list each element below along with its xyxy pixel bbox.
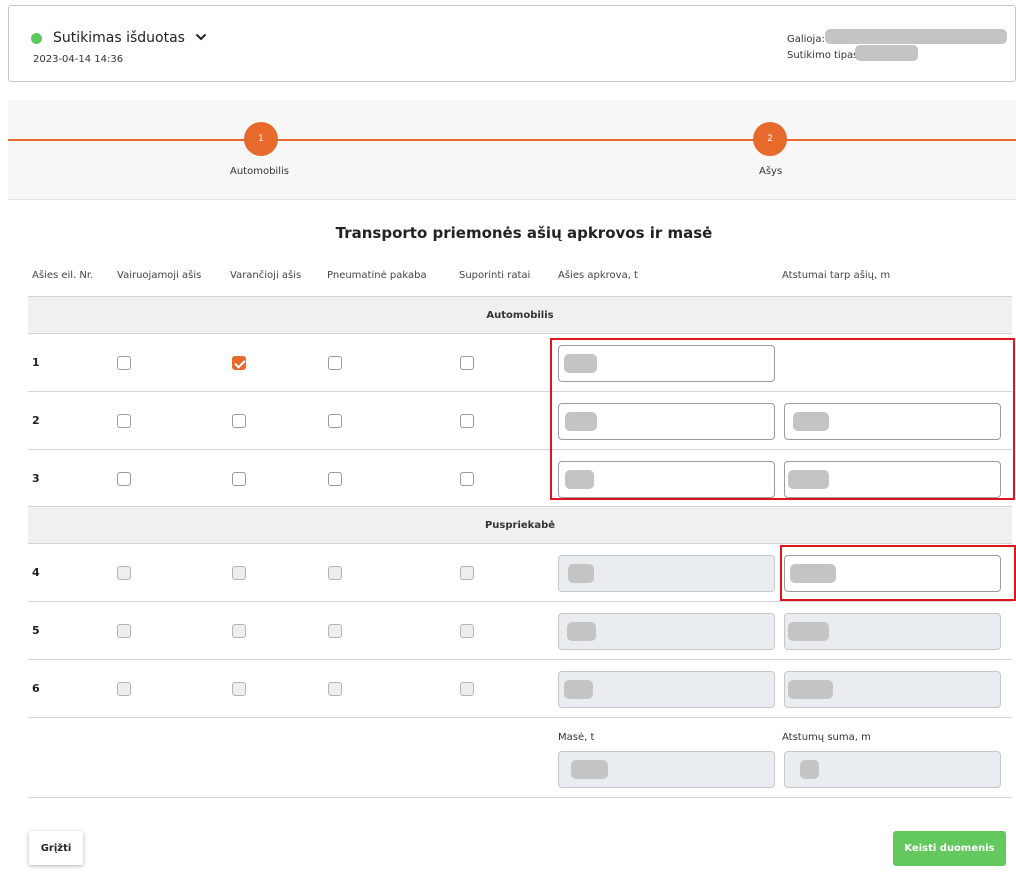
pneumatic-checkbox[interactable] xyxy=(328,566,342,580)
table-row: 5 xyxy=(28,602,1012,660)
twin-wheels-checkbox[interactable] xyxy=(460,566,474,580)
stepper: 1 Automobilis 2 Ašys xyxy=(8,100,1016,200)
axle-distance-input[interactable] xyxy=(784,671,1001,708)
table-row: 6 xyxy=(28,660,1012,718)
type-label: Sutikimo tipas: xyxy=(787,50,862,61)
axles-panel: 1 Automobilis 2 Ašys Transporto priemonė… xyxy=(8,100,1016,884)
axle-number: 4 xyxy=(32,566,40,579)
driving-checkbox[interactable] xyxy=(232,414,246,428)
axle-number: 2 xyxy=(32,414,40,427)
steering-checkbox[interactable] xyxy=(117,356,131,370)
mass-output[interactable] xyxy=(558,751,775,788)
status-title[interactable]: Sutikimas išduotas xyxy=(53,30,185,46)
redacted-value xyxy=(788,622,829,641)
steering-checkbox[interactable] xyxy=(117,472,131,486)
twin-wheels-checkbox[interactable] xyxy=(460,682,474,696)
driving-checkbox[interactable] xyxy=(232,356,246,370)
highlight-box xyxy=(780,545,1016,601)
driving-checkbox[interactable] xyxy=(232,682,246,696)
chevron-down-icon[interactable] xyxy=(195,32,207,42)
redacted-value xyxy=(788,680,833,699)
group-header-puspriekabe: Puspriekabė xyxy=(28,506,1012,544)
steering-checkbox[interactable] xyxy=(117,566,131,580)
step-1-circle[interactable]: 1 xyxy=(244,122,278,156)
pneumatic-checkbox[interactable] xyxy=(328,682,342,696)
axle-number: 3 xyxy=(32,472,40,485)
steering-checkbox[interactable] xyxy=(117,682,131,696)
axle-load-input[interactable] xyxy=(558,671,775,708)
col-header-twin: Suporinti ratai xyxy=(459,270,531,281)
axle-number: 6 xyxy=(32,682,40,695)
mass-label: Masė, t xyxy=(558,732,595,743)
status-card: Sutikimas išduotas 2023-04-14 14:36 Gali… xyxy=(8,5,1016,82)
col-header-pneumatic: Pneumatinė pakaba xyxy=(327,270,427,281)
step-2-label: Ašys xyxy=(759,166,783,177)
highlight-box xyxy=(550,338,1015,500)
col-header-axle-load: Ašies apkrova, t xyxy=(558,270,638,281)
redacted-value xyxy=(571,760,608,779)
steering-checkbox[interactable] xyxy=(117,624,131,638)
redacted-value xyxy=(567,622,596,641)
divider xyxy=(28,797,1012,798)
axle-distance-input[interactable] xyxy=(784,613,1001,650)
status-date: 2023-04-14 14:36 xyxy=(33,54,124,65)
valid-label: Galioja: xyxy=(787,34,825,45)
back-button[interactable]: Grįžti xyxy=(29,831,83,865)
axle-number: 5 xyxy=(32,624,40,637)
axle-load-input[interactable] xyxy=(558,613,775,650)
pneumatic-checkbox[interactable] xyxy=(328,624,342,638)
step-2-circle[interactable]: 2 xyxy=(753,122,787,156)
twin-wheels-checkbox[interactable] xyxy=(460,356,474,370)
group-header-automobilis: Automobilis xyxy=(28,296,1012,334)
col-header-driving: Varančioji ašis xyxy=(230,270,302,281)
twin-wheels-checkbox[interactable] xyxy=(460,624,474,638)
step-1-label: Automobilis xyxy=(230,166,289,177)
steering-checkbox[interactable] xyxy=(117,414,131,428)
axle-number: 1 xyxy=(32,356,40,369)
axle-load-input[interactable] xyxy=(558,555,775,592)
save-changes-button[interactable]: Keisti duomenis xyxy=(893,831,1006,866)
driving-checkbox[interactable] xyxy=(232,624,246,638)
driving-checkbox[interactable] xyxy=(232,566,246,580)
pneumatic-checkbox[interactable] xyxy=(328,414,342,428)
driving-checkbox[interactable] xyxy=(232,472,246,486)
pneumatic-checkbox[interactable] xyxy=(328,472,342,486)
col-header-distance: Atstumai tarp ašių, m xyxy=(782,270,891,281)
type-value-redacted xyxy=(855,45,918,61)
col-header-steering: Vairuojamoji ašis xyxy=(117,270,202,281)
redacted-value xyxy=(568,564,594,583)
twin-wheels-checkbox[interactable] xyxy=(460,414,474,428)
redacted-value xyxy=(800,760,819,779)
stepper-line xyxy=(8,139,1016,141)
section-title: Transporto priemonės ašių apkrovos ir ma… xyxy=(335,224,713,242)
valid-value-redacted xyxy=(825,29,1007,44)
status-dot-icon xyxy=(31,33,42,44)
pneumatic-checkbox[interactable] xyxy=(328,356,342,370)
redacted-value xyxy=(564,680,593,699)
distance-sum-label: Atstumų suma, m xyxy=(782,732,871,743)
col-header-axle-no: Ašies eil. Nr. xyxy=(32,270,94,281)
twin-wheels-checkbox[interactable] xyxy=(460,472,474,486)
distance-sum-output[interactable] xyxy=(784,751,1001,788)
